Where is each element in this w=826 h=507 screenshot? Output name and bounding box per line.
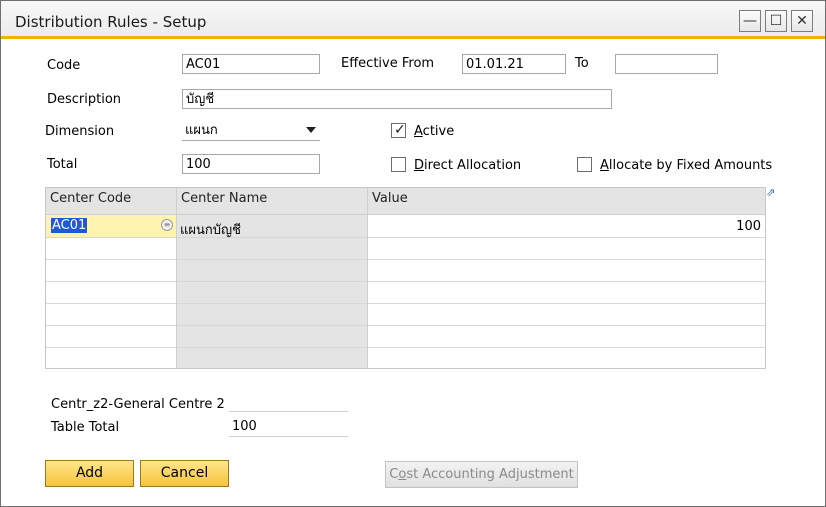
- centers-grid: Center Code Center Name Value AC01 ≡ แผน…: [45, 187, 766, 369]
- dimension-value: แผนก: [185, 123, 218, 138]
- description-label: Description: [47, 92, 122, 107]
- checkmark-icon: ✓: [394, 122, 406, 138]
- table-row-value[interactable]: 100: [736, 219, 761, 234]
- distribution-rules-window: Distribution Rules - Setup — ☐ ✕ Code AC…: [0, 0, 826, 507]
- column-header-center-name[interactable]: Center Name: [181, 191, 267, 206]
- effective-from-field[interactable]: 01.01.21: [462, 54, 566, 74]
- cost-accounting-adjustment-button[interactable]: Cost Accounting Adjustment: [385, 461, 578, 488]
- table-row[interactable]: [46, 348, 765, 368]
- table-row-center-name: แผนกบัญชี: [180, 223, 241, 238]
- direct-allocation-label: Direct Allocation: [414, 158, 522, 173]
- dimension-dropdown[interactable]: แผนก: [182, 121, 320, 141]
- add-button[interactable]: Add: [45, 460, 134, 487]
- maximize-button[interactable]: ☐: [765, 10, 787, 32]
- window-title: Distribution Rules - Setup: [15, 13, 207, 31]
- fixed-amounts-label: Allocate by Fixed Amounts: [600, 158, 773, 173]
- centre-value-field: [229, 392, 348, 412]
- centre-label: Centr_z2-General Centre 2: [51, 397, 225, 412]
- cancel-button[interactable]: Cancel: [140, 460, 229, 487]
- expand-arrow-icon[interactable]: ⇗: [766, 187, 778, 199]
- direct-allocation-checkbox[interactable]: [391, 157, 406, 172]
- active-checkbox[interactable]: ✓: [391, 122, 406, 138]
- minimize-button[interactable]: —: [739, 10, 761, 32]
- to-field[interactable]: [615, 54, 718, 74]
- table-total-value: 100: [229, 417, 348, 437]
- chevron-down-icon: [306, 127, 316, 133]
- grid-header: Center Code Center Name Value: [46, 188, 765, 215]
- table-row[interactable]: [46, 238, 765, 259]
- lookup-icon[interactable]: ≡: [161, 219, 173, 231]
- column-header-value[interactable]: Value: [372, 191, 408, 206]
- table-row[interactable]: [46, 260, 765, 281]
- code-label: Code: [47, 58, 81, 73]
- to-label: To: [575, 56, 589, 71]
- title-bar: Distribution Rules - Setup — ☐ ✕: [1, 1, 825, 39]
- table-row[interactable]: [46, 326, 765, 347]
- column-header-center-code[interactable]: Center Code: [50, 191, 131, 206]
- description-field[interactable]: บัญชี: [182, 89, 612, 109]
- table-total-label: Table Total: [51, 420, 120, 435]
- table-row-center-code[interactable]: AC01: [51, 218, 88, 233]
- table-row[interactable]: [46, 282, 765, 303]
- fixed-amounts-checkbox[interactable]: [577, 157, 592, 172]
- code-field[interactable]: AC01: [182, 54, 320, 74]
- table-row[interactable]: [46, 304, 765, 325]
- dimension-label: Dimension: [45, 124, 115, 139]
- active-label: Active: [414, 124, 455, 139]
- total-field[interactable]: 100: [182, 154, 320, 174]
- total-label: Total: [47, 157, 78, 172]
- effective-from-label: Effective From: [341, 56, 435, 71]
- close-button[interactable]: ✕: [791, 10, 813, 32]
